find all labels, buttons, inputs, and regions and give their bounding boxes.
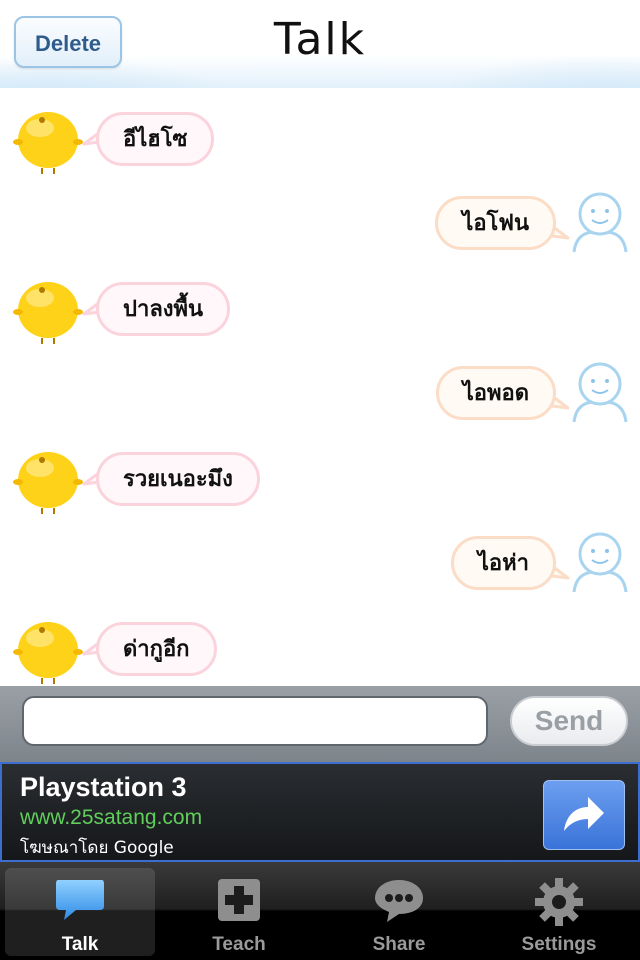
- tab-settings[interactable]: Settings: [484, 868, 634, 956]
- tab-teach[interactable]: Teach: [164, 868, 314, 956]
- bot-avatar-icon: [13, 282, 83, 344]
- message-row-bot: อีไฮโซ: [0, 106, 640, 186]
- send-button[interactable]: Send: [510, 696, 628, 746]
- message-row-bot: ปาลงพื้น: [0, 276, 640, 356]
- user-avatar-icon: [572, 192, 628, 253]
- tab-label: Teach: [212, 934, 266, 955]
- header: Delete Talk: [0, 0, 640, 88]
- bot-message-bubble: รวยเนอะมึง: [96, 452, 260, 506]
- ad-open-button[interactable]: [543, 780, 625, 850]
- composer-bar: Send: [0, 686, 640, 762]
- ad-url[interactable]: www.25satang.com: [20, 806, 202, 830]
- gear-icon: [535, 878, 583, 926]
- ad-title: Playstation 3: [20, 772, 187, 802]
- plus-box-icon: [218, 879, 260, 921]
- user-message-bubble: ไอโฟน: [435, 196, 556, 250]
- tab-talk[interactable]: Talk: [5, 868, 155, 956]
- ad-banner[interactable]: Playstation 3 www.25satang.com โฆษณาโดย …: [0, 762, 640, 862]
- speech-dots-icon: [375, 880, 423, 922]
- user-avatar-icon: [572, 362, 628, 423]
- user-message-bubble: ไอห่า: [450, 536, 556, 590]
- share-arrow-icon: [564, 797, 604, 831]
- bot-message-bubble: อีไฮโซ: [96, 112, 215, 166]
- tab-share[interactable]: Share: [324, 868, 474, 956]
- bot-message-bubble: ปาลงพื้น: [96, 282, 231, 336]
- user-message-bubble: ไอพอด: [435, 366, 556, 420]
- message-row-user: ไอโฟน: [0, 190, 640, 270]
- bot-avatar-icon: [13, 112, 83, 174]
- chat-area[interactable]: อีไฮโซ ไอโฟน ปาลงพื้น ไอพอด รวยเนอะมึง ไ…: [0, 88, 640, 686]
- chat-bubble-icon: [56, 880, 104, 920]
- user-avatar-icon: [572, 532, 628, 593]
- message-input[interactable]: [22, 696, 488, 746]
- ad-attribution: โฆษณาโดย Google: [20, 838, 174, 858]
- tab-label: Talk: [61, 934, 99, 955]
- message-row-bot: รวยเนอะมึง: [0, 446, 640, 526]
- message-row-user: ไอห่า: [0, 530, 640, 610]
- tab-label: Settings: [521, 934, 597, 955]
- bot-message-bubble: ด่ากูอีก: [96, 622, 217, 676]
- tab-bar: Talk Teach Share Settings: [0, 862, 640, 960]
- message-row-bot: ด่ากูอีก: [0, 616, 640, 686]
- message-row-user: ไอพอด: [0, 360, 640, 440]
- page-title: Talk: [273, 14, 367, 65]
- tab-label: Share: [372, 934, 426, 955]
- bot-avatar-icon: [13, 622, 83, 684]
- bot-avatar-icon: [13, 452, 83, 514]
